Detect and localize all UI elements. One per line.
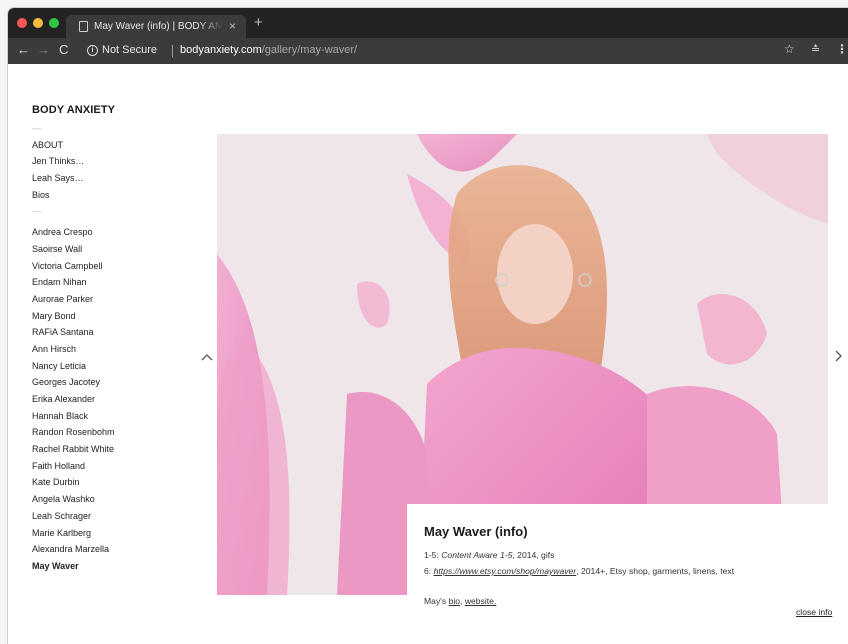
nav-item-jen-thinks[interactable]: Jen Thinks… [32,153,115,170]
sidebar-nav: — ABOUT Jen Thinks… Leah Says… Bios — An… [32,120,115,575]
zoom-window-button[interactable] [49,18,59,28]
forward-arrow-icon[interactable]: → [37,42,50,57]
previous-image-icon[interactable] [201,350,213,364]
extension-icon[interactable]: ≛ [811,43,820,56]
nav-artist[interactable]: Endam Nihan [32,274,115,291]
info-prefix: 6: [424,566,434,576]
info-line-etsy: 6: https://www.etsy.com/shop/maywaver, 2… [424,566,734,576]
url-host: bodyanxiety.com [180,44,262,56]
work-title: Content Aware 1-5 [441,550,513,560]
back-arrow-icon[interactable]: ← [17,42,30,57]
close-tab-icon[interactable]: × [229,19,236,33]
nav-artist[interactable]: Mary Bond [32,308,115,325]
browser-toolbar: ← → C i Not Secure bodyanxiety.com/galle… [8,38,848,64]
tab-bar: May Waver (info) | BODY ANXIETY × + [8,8,848,38]
document-icon [79,21,88,32]
nav-artist[interactable]: Erika Alexander [32,391,115,408]
address-bar[interactable]: bodyanxiety.com/gallery/may-waver/ [180,44,357,56]
nav-item-bios[interactable]: Bios [32,187,115,204]
nav-artist[interactable]: Randon Rosenbohm [32,424,115,441]
browser-window: May Waver (info) | BODY ANXIETY × + ← → … [8,8,848,644]
address-separator [172,45,173,57]
nav-artist[interactable]: Ann Hirsch [32,341,115,358]
nav-artist[interactable]: Aurorae Parker [32,291,115,308]
info-suffix: , 2014, gifs [512,550,555,560]
info-line-works: 1-5: Content Aware 1-5, 2014, gifs [424,550,554,560]
browser-menu-icon[interactable]: ⋮ [836,42,848,56]
bookmark-star-icon[interactable]: ☆ [784,42,795,56]
page-content: BODY ANXIETY — ABOUT Jen Thinks… Leah Sa… [8,64,848,644]
nav-item-about[interactable]: ABOUT [32,137,115,154]
nav-artist[interactable]: Andrea Crespo [32,224,115,241]
reload-icon[interactable]: C [59,42,68,57]
nav-item-leah-says[interactable]: Leah Says… [32,170,115,187]
nav-artist[interactable]: Alexandra Marzella [32,541,115,558]
nav-artist[interactable]: Faith Holland [32,458,115,475]
active-tab[interactable]: May Waver (info) | BODY ANXIETY × [66,15,246,38]
nav-artist[interactable]: Marie Karlberg [32,525,115,542]
security-status[interactable]: Not Secure [102,44,157,56]
nav-divider: — [32,123,41,133]
nav-artist[interactable]: Nancy Leticia [32,358,115,375]
info-suffix: , 2014+, Etsy shop, garments, linens, te… [576,566,735,576]
new-tab-icon[interactable]: + [254,14,263,31]
nav-artist[interactable]: Georges Jacotey [32,374,115,391]
nav-artist[interactable]: RAFiA Santana [32,324,115,341]
info-line-bio: May's bio, website. [424,596,496,606]
nav-artist[interactable]: Saoirse Wall [32,241,115,258]
nav-artist[interactable]: Hannah Black [32,408,115,425]
nav-artist[interactable]: Rachel Rabbit White [32,441,115,458]
nav-artist[interactable]: Kate Durbin [32,474,115,491]
info-panel: May Waver (info) 1-5: Content Aware 1-5,… [407,504,848,644]
nav-artist-active[interactable]: May Waver [32,558,115,575]
nav-artist[interactable]: Victoria Campbell [32,258,115,275]
nav-artist[interactable]: Angela Washko [32,491,115,508]
close-window-button[interactable] [17,18,27,28]
etsy-link[interactable]: https://www.etsy.com/shop/maywaver [434,566,577,576]
info-icon[interactable]: i [87,45,98,56]
url-path: /gallery/may-waver/ [261,44,358,56]
tab-title: May Waver (info) | BODY ANXIETY [94,21,224,32]
info-prefix: 1-5: [424,550,442,560]
website-link[interactable]: website. [465,596,497,606]
minimize-window-button[interactable] [33,18,43,28]
next-image-icon[interactable] [835,350,843,365]
site-title[interactable]: BODY ANXIETY [32,104,115,116]
info-prefix: May's [424,596,449,606]
info-title: May Waver (info) [424,524,528,539]
nav-divider: — [32,206,41,217]
bio-link[interactable]: bio [449,596,460,606]
close-info-link[interactable]: close info [796,607,832,617]
nav-artist[interactable]: Leah Schrager [32,508,115,525]
